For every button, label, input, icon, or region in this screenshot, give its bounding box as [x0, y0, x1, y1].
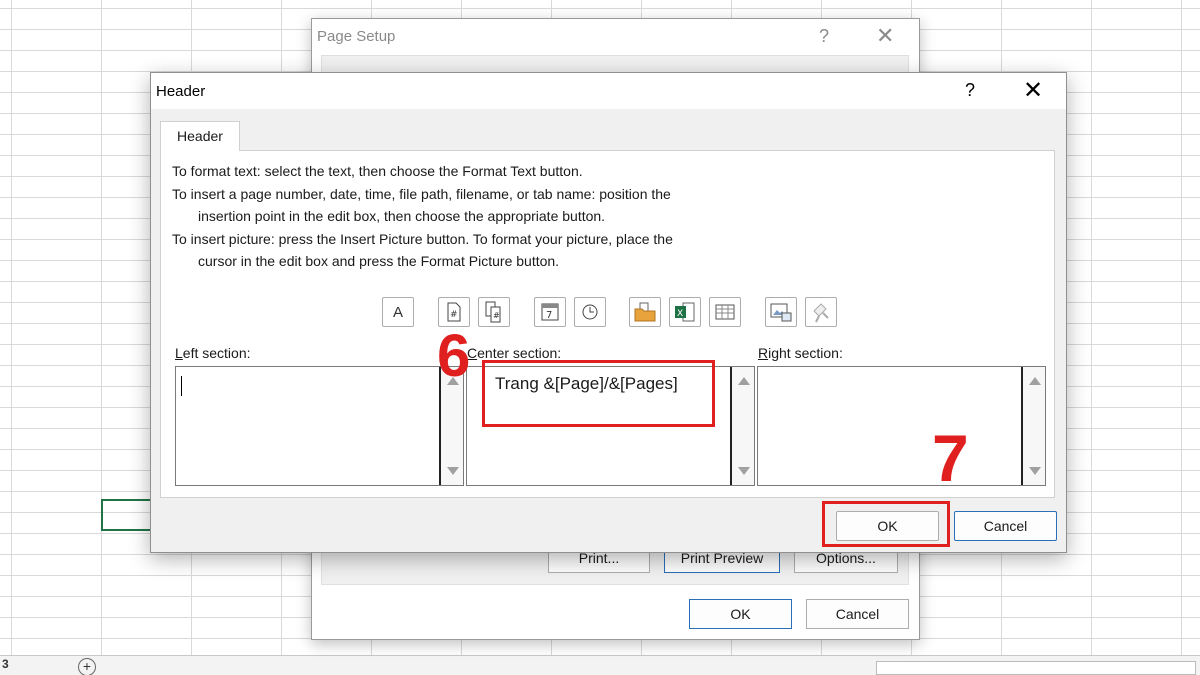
scroll-up-icon[interactable] [1029, 377, 1041, 385]
page-setup-cancel-button[interactable]: Cancel [806, 599, 909, 629]
step7-highlight-box [822, 501, 950, 547]
scroll-down-icon[interactable] [1029, 467, 1041, 475]
header-dialog-titlebar: Header ? ✕ [151, 73, 1066, 109]
step7-number: 7 [932, 421, 969, 495]
right-section-scrollbar[interactable] [1021, 367, 1045, 485]
format-text-button[interactable]: A [382, 297, 414, 327]
scroll-down-icon[interactable] [447, 467, 459, 475]
step6-number: 6 [437, 322, 471, 389]
insert-sheet-name-button[interactable] [709, 297, 741, 327]
insert-number-of-pages-icon: # [485, 301, 501, 323]
insert-picture-button[interactable] [765, 297, 797, 327]
horizontal-scrollbar[interactable] [876, 661, 1196, 675]
svg-text:#: # [450, 310, 458, 320]
insert-file-name-icon: X [675, 302, 695, 322]
right-section-input[interactable] [757, 366, 1046, 486]
page-setup-close-icon[interactable]: ✕ [876, 23, 894, 49]
scroll-down-icon[interactable] [738, 467, 750, 475]
left-section-label: Left section: [175, 345, 251, 361]
insert-date-button[interactable]: 7 [534, 297, 566, 327]
text-caret [181, 376, 182, 396]
step6-highlight-box [482, 360, 715, 427]
header-help-icon[interactable]: ? [965, 80, 975, 101]
instruction-line: To format text: select the text, then ch… [172, 163, 583, 179]
insert-sheet-name-icon [715, 304, 735, 320]
insert-date-icon: 7 [541, 303, 559, 321]
insert-time-button[interactable] [574, 297, 606, 327]
svg-text:#: # [493, 311, 500, 320]
status-left-glyph: 3 [2, 657, 9, 671]
format-picture-button[interactable] [805, 297, 837, 327]
tab-header[interactable]: Header [160, 121, 240, 151]
insert-file-name-button[interactable]: X [669, 297, 701, 327]
page-setup-ok-button[interactable]: OK [689, 599, 792, 629]
insert-number-of-pages-button[interactable]: # [478, 297, 510, 327]
svg-text:7: 7 [546, 310, 552, 321]
format-text-icon: A [392, 303, 403, 321]
instruction-line: To insert picture: press the Insert Pict… [172, 231, 673, 247]
instruction-line: cursor in the edit box and press the For… [198, 253, 560, 269]
header-close-icon[interactable]: ✕ [1023, 76, 1043, 105]
sheet-status-bar: 3 + [0, 655, 1200, 675]
instruction-line: To insert a page number, date, time, fil… [172, 186, 671, 202]
insert-page-number-icon: # [447, 302, 461, 322]
right-section-label: Right section: [758, 345, 843, 361]
header-dialog-title: Header [156, 83, 206, 100]
center-section-label: Center section: [467, 345, 562, 361]
instruction-line: insertion point in the edit box, then ch… [198, 208, 606, 224]
center-section-scrollbar[interactable] [730, 367, 754, 485]
header-cancel-button[interactable]: Cancel [954, 511, 1057, 541]
insert-file-path-button[interactable] [629, 297, 661, 327]
insert-file-path-icon [634, 302, 656, 322]
add-sheet-icon[interactable]: + [78, 658, 96, 675]
format-picture-icon [813, 303, 829, 323]
left-section-input[interactable] [175, 366, 464, 486]
scroll-up-icon[interactable] [738, 377, 750, 385]
svg-text:X: X [677, 309, 683, 319]
insert-picture-icon [770, 303, 792, 322]
page-setup-title: Page Setup [317, 28, 396, 45]
page-setup-help-icon[interactable]: ? [819, 26, 829, 47]
insert-time-icon [582, 304, 598, 320]
header-dialog: Header ? ✕ Header To format text: select… [150, 72, 1067, 553]
